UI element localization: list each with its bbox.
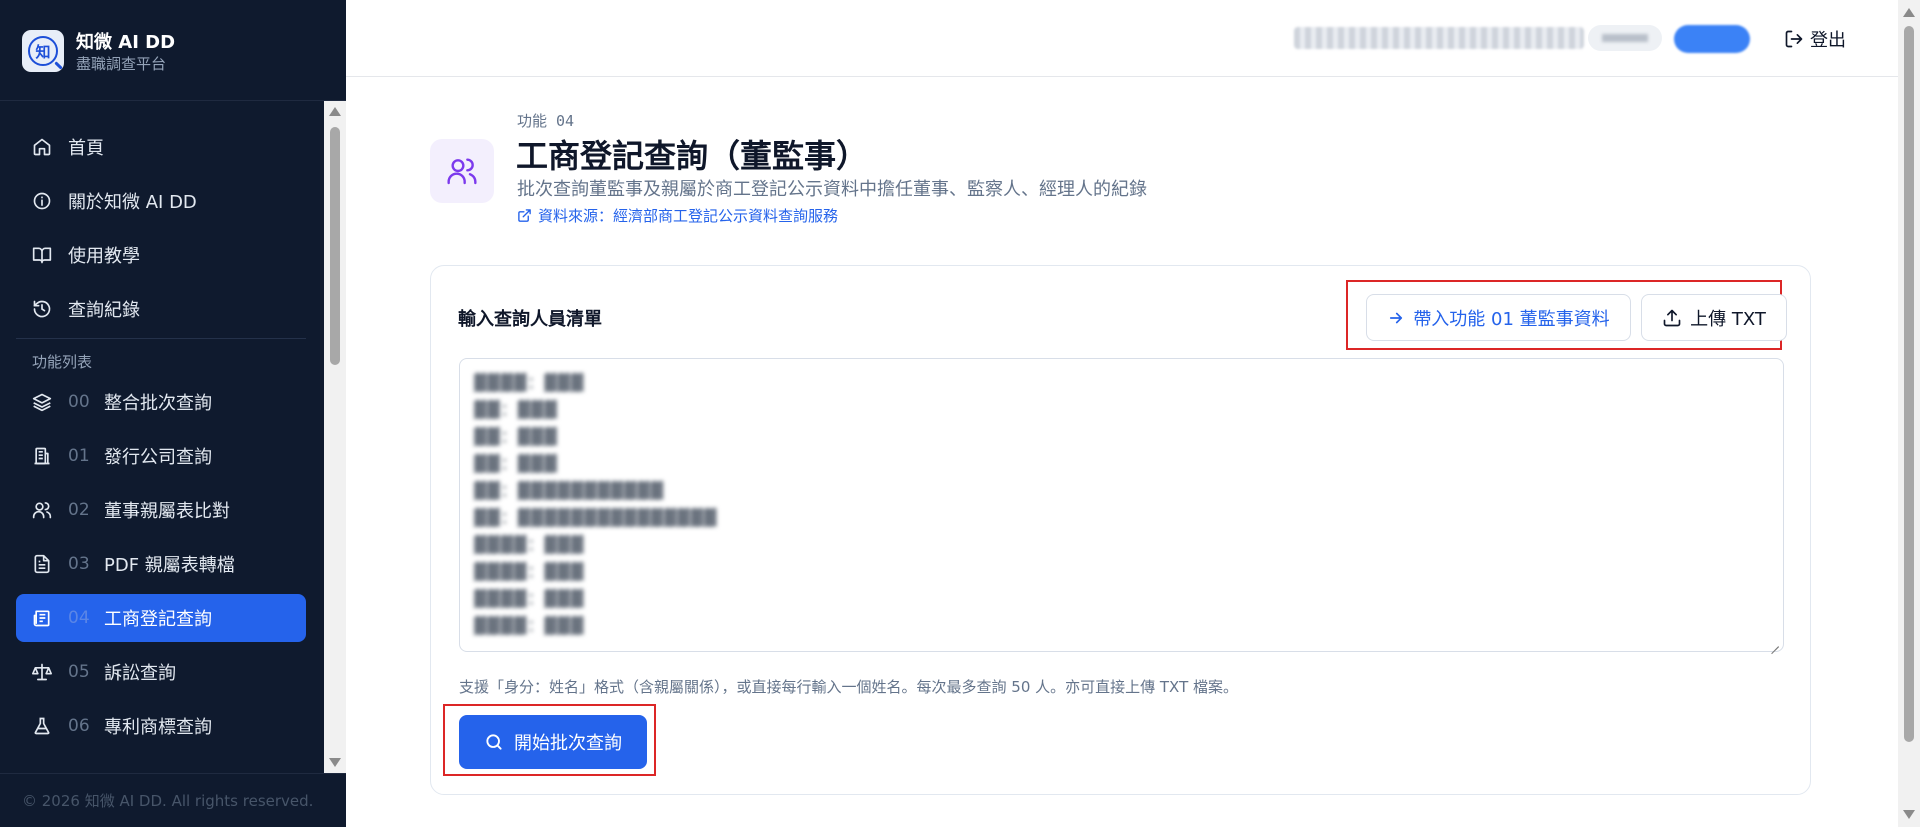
feature-number: 06 (68, 716, 90, 736)
page-feature-icon (430, 139, 494, 203)
sidebar-item-label: 首頁 (68, 138, 104, 159)
file-text-icon (30, 552, 54, 576)
data-source-link[interactable]: 資料來源：經濟部商工登記公示資料查詢服務 (517, 205, 838, 226)
scroll-down-arrow-icon[interactable] (329, 758, 341, 767)
page-title: 工商登記查詢（董監事） (516, 137, 869, 175)
data-source-label: 資料來源：經濟部商工登記公示資料查詢服務 (538, 207, 839, 225)
page-description: 批次查詢董監事及親屬於商工登記公示資料中擔任董事、監察人、經理人的紀錄 (517, 179, 1147, 200)
sidebar-item-feature-03[interactable]: 03 PDF 親屬表轉檔 (16, 540, 306, 588)
feature-label: 功能 04 (517, 112, 575, 130)
user-email-redacted (1294, 27, 1584, 49)
redacted-entry: ▓▓：▓▓▓ (474, 427, 558, 446)
upload-icon (1662, 308, 1682, 328)
redacted-entry: ▓▓：▓▓▓ (474, 400, 558, 419)
upload-txt-button[interactable]: 上傳 TXT (1641, 294, 1787, 341)
history-icon (30, 297, 54, 321)
newspaper-icon (30, 606, 54, 630)
external-link-icon (517, 208, 532, 223)
redacted-entry: ▓▓▓▓：▓▓▓ (474, 535, 585, 554)
logout-label: 登出 (1810, 30, 1846, 51)
sidebar-divider (16, 338, 306, 339)
sidebar-item-label: 專利商標查詢 (104, 717, 212, 738)
start-batch-query-button[interactable]: 開始批次查詢 (459, 715, 647, 769)
people-list-textarea[interactable]: ▓▓▓▓：▓▓▓ ▓▓：▓▓▓ ▓▓：▓▓▓ ▓▓：▓▓▓ ▓▓：▓▓▓▓▓▓▓… (459, 358, 1784, 652)
top-bar: 登出 (346, 0, 1898, 77)
start-button-label: 開始批次查詢 (514, 733, 622, 754)
sidebar-item-label: 工商登記查詢 (104, 609, 212, 630)
logout-icon (1784, 29, 1804, 49)
scrollbar-thumb[interactable] (330, 127, 340, 365)
brand-logo[interactable]: 知 (22, 30, 64, 72)
sidebar-item-feature-01[interactable]: 01 發行公司查詢 (16, 432, 306, 480)
sidebar-item-tutorial[interactable]: 使用教學 (16, 231, 306, 279)
redacted-entry: ▓▓：▓▓▓▓▓▓▓▓▓▓▓▓▓▓▓ (474, 508, 718, 527)
feature-number: 02 (68, 500, 90, 520)
scale-icon (30, 660, 54, 684)
sidebar-item-label: 關於知微 AI DD (68, 192, 197, 213)
sidebar-item-feature-05[interactable]: 05 訴訟查詢 (16, 648, 306, 696)
sidebar-item-feature-02[interactable]: 02 董事親屬表比對 (16, 486, 306, 534)
arrow-right-icon (1387, 309, 1405, 327)
feature-number: 04 (68, 608, 90, 628)
feature-number: 00 (68, 392, 90, 412)
sidebar-item-label: 整合批次查詢 (104, 393, 212, 414)
brand-header: 知 知微 AI DD 盡職調查平台 (0, 0, 346, 101)
sidebar-item-about[interactable]: 關於知微 AI DD (16, 177, 306, 225)
import-button-label: 帶入功能 01 董監事資料 (1413, 308, 1610, 330)
user-role-badge (1674, 25, 1750, 53)
import-feature01-button[interactable]: 帶入功能 01 董監事資料 (1366, 294, 1631, 341)
sidebar-item-label: 使用教學 (68, 246, 140, 267)
sidebar-nav: 首頁 關於知微 AI DD 使用教學 查詢紀錄 功能列表 00 整合批次查詢 0… (0, 101, 324, 773)
redacted-entry: ▓▓▓▓：▓▓▓ (474, 562, 585, 581)
user-name-badge (1588, 25, 1662, 51)
sidebar-item-home[interactable]: 首頁 (16, 123, 306, 171)
sidebar: 知 知微 AI DD 盡職調查平台 首頁 關於知微 AI DD 使用教學 查詢紀… (0, 0, 346, 827)
book-icon (30, 243, 54, 267)
flask-icon (30, 714, 54, 738)
card-title: 輸入查詢人員清單 (458, 309, 602, 330)
sidebar-item-feature-04[interactable]: 04 工商登記查詢 (16, 594, 306, 642)
sidebar-item-feature-06[interactable]: 06 專利商標查詢 (16, 702, 306, 750)
upload-button-label: 上傳 TXT (1690, 308, 1766, 330)
sidebar-section-title: 功能列表 (32, 353, 93, 371)
sidebar-item-label: 訴訟查詢 (104, 663, 176, 684)
sidebar-item-label: 發行公司查詢 (104, 447, 212, 468)
redacted-entry: ▓▓▓▓：▓▓▓ (474, 373, 585, 392)
brand-name: 知微 AI DD (76, 32, 176, 53)
redacted-entry: ▓▓▓▓：▓▓▓ (474, 616, 585, 635)
feature-number: 03 (68, 554, 90, 574)
sidebar-item-label: 董事親屬表比對 (104, 501, 230, 522)
users-icon (447, 158, 477, 185)
input-hint: 支援「身分：姓名」格式（含親屬關係），或直接每行輸入一個姓名。每次最多查詢 50… (459, 678, 1239, 696)
redacted-entry: ▓▓：▓▓▓▓▓▓▓▓▓▓▓ (474, 481, 664, 500)
home-icon (30, 135, 54, 159)
feature-number: 05 (68, 662, 90, 682)
resize-handle-icon[interactable] (1769, 637, 1779, 647)
users-icon (30, 498, 54, 522)
scroll-up-arrow-icon[interactable] (1903, 8, 1915, 17)
sidebar-item-label: PDF 親屬表轉檔 (104, 555, 235, 576)
sidebar-item-feature-00[interactable]: 00 整合批次查詢 (16, 378, 306, 426)
redacted-entry: ▓▓▓▓：▓▓▓ (474, 589, 585, 608)
info-icon (30, 189, 54, 213)
sidebar-footer: © 2026 知微 AI DD. All rights reserved. (0, 773, 346, 827)
scrollbar-thumb[interactable] (1904, 26, 1914, 742)
sidebar-item-label: 查詢紀錄 (68, 300, 140, 321)
search-icon (484, 732, 504, 752)
sidebar-scrollbar[interactable] (324, 101, 346, 773)
scroll-down-arrow-icon[interactable] (1903, 810, 1915, 819)
feature-number: 01 (68, 446, 90, 466)
logout-button[interactable]: 登出 (1784, 26, 1846, 52)
brand-logo-char: 知 (28, 36, 58, 66)
redacted-entry: ▓▓：▓▓▓ (474, 454, 558, 473)
query-input-card: 輸入查詢人員清單 帶入功能 01 董監事資料 上傳 TXT ▓▓▓▓：▓▓▓ ▓… (430, 265, 1811, 795)
brand-subtitle: 盡職調查平台 (76, 55, 167, 73)
page-scrollbar[interactable] (1898, 0, 1920, 827)
building-icon (30, 444, 54, 468)
layers-icon (30, 390, 54, 414)
scroll-up-arrow-icon[interactable] (329, 107, 341, 116)
sidebar-item-history[interactable]: 查詢紀錄 (16, 285, 306, 333)
